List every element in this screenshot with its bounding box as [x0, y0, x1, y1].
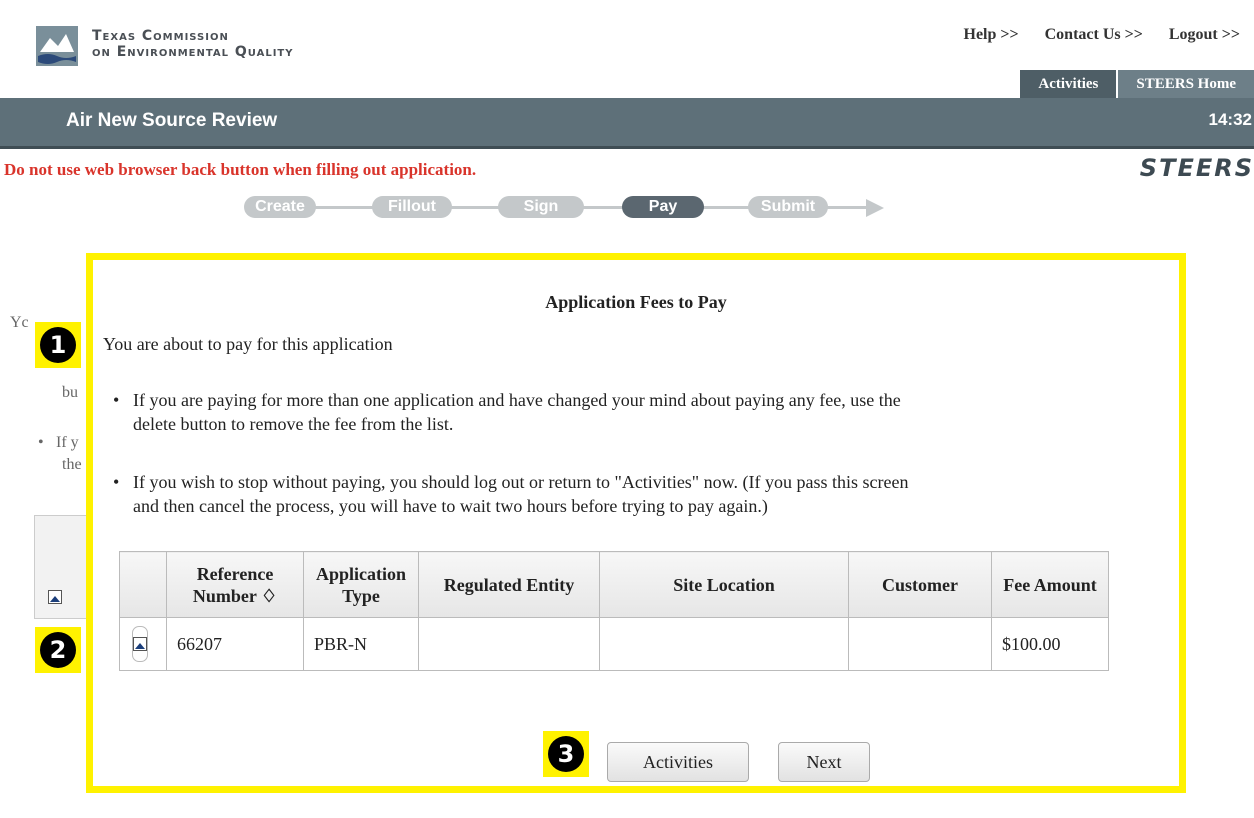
help-link[interactable]: Help >> [964, 26, 1019, 44]
marker-1-number: 1 [40, 327, 76, 363]
col-header-regulated-entity: Regulated Entity [418, 551, 600, 618]
marker-2-number: 2 [40, 632, 76, 668]
table-header-row: Reference Number ♢ Application Type Regu… [119, 551, 1109, 618]
progress-arrow-icon [866, 199, 884, 217]
col-header-site-location: Site Location [599, 551, 849, 618]
steers-logo: STEERS [1139, 154, 1254, 182]
tab-activities[interactable]: Activities [1020, 70, 1117, 98]
back-button-warning: Do not use web browser back button when … [4, 160, 477, 179]
cell-regulated-entity [418, 617, 600, 671]
bullet-stop-paying-line1: If you wish to stop without paying, you … [133, 472, 909, 492]
dialog-intro: You are about to pay for this applicatio… [103, 334, 393, 354]
col-header-action [119, 551, 167, 618]
col-header-application-type: Application Type [303, 551, 419, 618]
org-name: Texas Commission on Environmental Qualit… [92, 28, 294, 60]
org-name-line2: on Environmental Quality [92, 44, 294, 60]
callout-marker-1: 1 [35, 322, 81, 368]
contact-us-link[interactable]: Contact Us >> [1045, 26, 1143, 44]
col-header-reference-number[interactable]: Reference Number ♢ [166, 551, 304, 618]
marker-3-number: 3 [548, 736, 584, 772]
background-text: bu [62, 384, 78, 401]
cell-fee-amount: $100.00 [991, 617, 1109, 671]
background-text: If y [56, 434, 79, 451]
next-button[interactable]: Next [778, 742, 870, 782]
background-image-icon [48, 590, 62, 609]
bullet-stop-paying-line2: and then cancel the process, you will ha… [133, 496, 768, 516]
app-title: Air New Source Review [66, 110, 278, 131]
bullet-delete-fee-line1: If you are paying for more than one appl… [133, 390, 901, 410]
cell-site-location [599, 617, 849, 671]
nav-tabs: Activities STEERS Home [1020, 70, 1254, 98]
tab-steers-home[interactable]: STEERS Home [1118, 70, 1254, 98]
bullet-stop-paying: If you wish to stop without paying, you … [113, 470, 1133, 518]
col-header-fee-amount: Fee Amount [991, 551, 1109, 618]
callout-marker-3: 3 [543, 731, 589, 777]
cell-application-type: PBR-N [303, 617, 419, 671]
dialog-title: Application Fees to Pay [545, 292, 727, 312]
cell-customer [848, 617, 992, 671]
top-links: Help >> Contact Us >> Logout >> [964, 26, 1241, 44]
step-sign: Sign [498, 196, 584, 218]
step-fillout: Fillout [372, 196, 452, 218]
cell-reference-number: 66207 [166, 617, 304, 671]
activities-button[interactable]: Activities [607, 742, 749, 782]
col-header-customer: Customer [848, 551, 992, 618]
image-icon [133, 637, 147, 651]
delete-fee-cell [119, 617, 167, 671]
org-name-line1: Texas Commission [92, 28, 229, 44]
step-pay: Pay [622, 196, 704, 218]
fees-table: Reference Number ♢ Application Type Regu… [119, 551, 1109, 671]
fees-dialog: Application Fees to Pay You are about to… [86, 253, 1186, 793]
table-row: 66207 PBR-N $100.00 [119, 617, 1109, 671]
bullet-delete-fee: If you are paying for more than one appl… [113, 388, 1133, 436]
delete-fee-button[interactable] [132, 626, 148, 662]
callout-marker-2: 2 [35, 627, 81, 673]
tceq-logo-icon [36, 26, 78, 66]
app-title-bar: Air New Source Review 14:32 [0, 98, 1254, 149]
clock: 14:32 [1208, 110, 1252, 129]
bullet-delete-fee-line2: delete button to remove the fee from the… [133, 414, 454, 434]
step-create: Create [244, 196, 316, 218]
background-text: the [62, 456, 82, 473]
progress-steps: Create Fillout Sign Pay Submit [0, 196, 1254, 220]
background-text: Yc [10, 314, 29, 331]
background-bullet: • [38, 434, 44, 451]
step-submit: Submit [748, 196, 828, 218]
logout-link[interactable]: Logout >> [1169, 26, 1240, 44]
